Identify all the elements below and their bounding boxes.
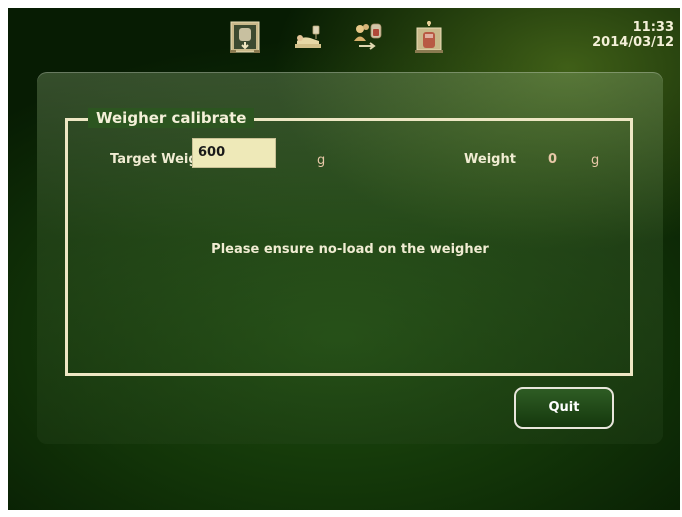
clock: 11:33 2014/03/12 — [592, 20, 674, 50]
target-weight-unit: g — [317, 153, 326, 168]
frame-title: Weigher calibrate — [88, 108, 255, 128]
bag-hanger-icon[interactable] — [412, 20, 446, 54]
screen: 11:33 2014/03/12 Weigher calibrate Targe… — [8, 8, 680, 510]
clock-date: 2014/03/12 — [592, 35, 674, 50]
donor-transfer-icon[interactable] — [351, 20, 385, 54]
calibration-panel: Weigher calibrate Target Weight 600 g We… — [37, 72, 663, 444]
clock-time: 11:33 — [632, 20, 674, 35]
top-bar: 11:33 2014/03/12 — [8, 8, 680, 70]
weight-unit: g — [591, 153, 600, 168]
patient-bed-icon[interactable] — [291, 20, 325, 54]
weight-label: Weight — [464, 152, 516, 167]
weight-value: 0 — [548, 152, 558, 167]
quit-button[interactable]: Quit — [514, 387, 614, 429]
target-weight-input[interactable]: 600 — [192, 138, 276, 168]
weigher-bag-icon[interactable] — [228, 20, 262, 54]
no-load-message: Please ensure no-load on the weigher — [211, 242, 489, 257]
